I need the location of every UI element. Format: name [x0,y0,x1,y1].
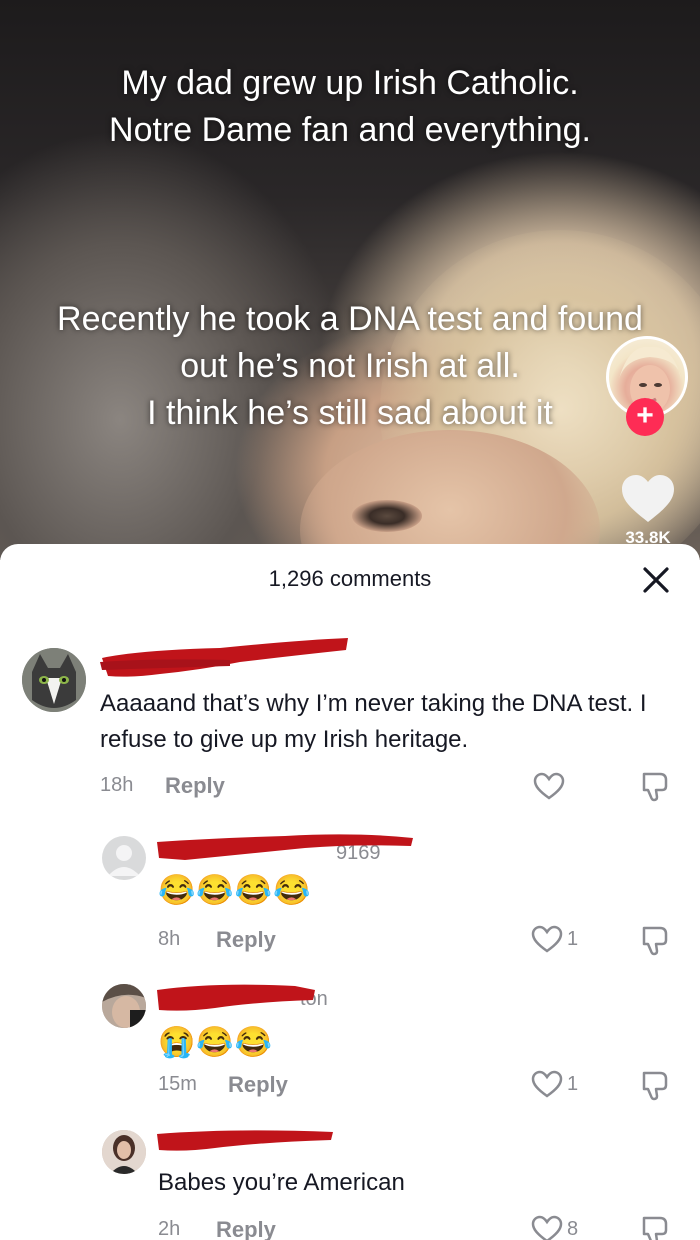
reply-button[interactable]: Reply [228,1072,288,1098]
user-avatar-image [102,1130,146,1174]
heart-icon[interactable] [530,1069,564,1099]
comment-time: 8h [158,928,181,950]
avatar[interactable] [102,984,146,1028]
dislike-icon[interactable] [638,1214,670,1240]
comments-sheet: 1,296 comments Aaaaand that’s why I’m ne… [0,544,700,1240]
comment-emoji-text: 😭😂😂 [158,1026,274,1059]
like-count: 1 [567,928,579,950]
default-avatar-image [108,845,140,876]
comment-text: Aaaaand that’s why I’m never taking the … [100,690,647,753]
reply-button[interactable]: Reply [165,773,225,799]
dislike-icon[interactable] [638,770,670,802]
comment-text: Babes you’re American [158,1169,405,1196]
like-count: 1 [567,1073,579,1095]
comment-time: 2h [158,1218,181,1240]
username-redaction [157,834,413,860]
video-player[interactable]: My dad grew up Irish Catholic. Notre Dam… [0,0,700,560]
heart-icon[interactable] [530,1214,564,1240]
avatar[interactable] [102,836,146,880]
comment-emoji-text: 😂😂😂😂 [158,874,312,907]
follow-plus-button[interactable]: + [626,398,664,436]
username-redaction [157,1130,333,1151]
heart-icon[interactable] [530,924,564,954]
comment-time: 18h [100,774,134,796]
heart-icon[interactable] [620,472,676,528]
video-caption-bottom: Recently he took a DNA test and found ou… [57,300,643,432]
user-avatar-image [102,984,146,1028]
reply-button[interactable]: Reply [216,1217,276,1240]
cat-avatar-image [22,648,86,712]
avatar[interactable] [102,1130,146,1174]
video-caption-top: My dad grew up Irish Catholic. Notre Dam… [109,64,591,149]
username-redaction [157,984,315,1011]
reply-button[interactable]: Reply [216,927,276,953]
video-background-eye [352,500,422,532]
like-count: 8 [567,1218,579,1240]
dislike-icon[interactable] [638,924,670,956]
comments-count-title: 1,296 comments [268,566,432,591]
heart-icon[interactable] [532,771,566,801]
comment-time: 15m [158,1073,197,1095]
dislike-icon[interactable] [638,1069,670,1101]
close-icon[interactable] [640,564,672,596]
avatar[interactable] [22,648,86,712]
username-redaction [100,638,348,677]
